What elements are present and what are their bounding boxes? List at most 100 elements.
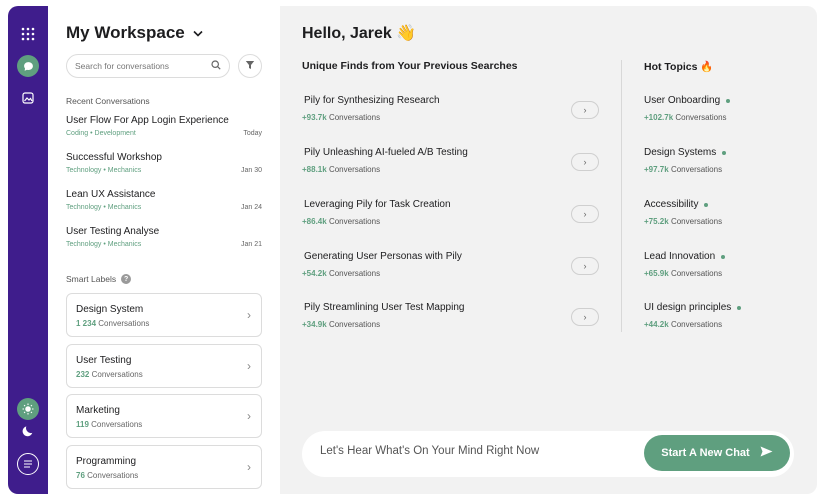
search-icon[interactable] <box>211 57 221 75</box>
conversation-date: Today <box>243 130 262 137</box>
icon-rail <box>8 6 48 494</box>
menu-icon[interactable] <box>17 453 39 475</box>
chat-input[interactable] <box>320 445 620 457</box>
chevron-right-icon: › <box>247 460 251 474</box>
hot-topic-item[interactable]: Design Systems +97.7k Conversations <box>644 147 804 174</box>
filter-button[interactable] <box>238 54 262 78</box>
greeting: Hello, Jarek 👋 <box>302 25 417 42</box>
topic-title: Lead Innovation <box>644 251 716 262</box>
sun-icon[interactable] <box>17 398 39 420</box>
count-value: +97.7k <box>644 165 669 174</box>
count-value: 76 <box>76 471 85 480</box>
topic-stats: +65.9k Conversations <box>644 269 804 278</box>
smart-label-name: Marketing <box>76 405 120 416</box>
chevron-right-icon: › <box>583 209 587 219</box>
topic-stats: +97.7k Conversations <box>644 165 804 174</box>
open-find-button[interactable]: › <box>571 101 599 119</box>
chevron-right-icon: › <box>247 409 251 423</box>
open-find-button[interactable]: › <box>571 205 599 223</box>
hot-topic-item[interactable]: User Onboarding +102.7k Conversations <box>644 95 804 122</box>
smart-labels-label: Smart Labels <box>66 274 117 284</box>
smart-label-card[interactable]: Design System 1 234 Conversations › <box>66 293 262 337</box>
count-unit: Conversations <box>98 319 150 328</box>
search-input[interactable] <box>75 61 211 71</box>
topic-title: UI design principles <box>644 302 732 313</box>
tag: Mechanics <box>107 204 142 211</box>
count-value: +75.2k <box>644 217 669 226</box>
conversation-item[interactable]: User Testing Analyse Technology • Mechan… <box>66 226 262 248</box>
send-icon <box>760 446 773 460</box>
count-value: +65.9k <box>644 269 669 278</box>
help-icon[interactable]: ? <box>121 274 132 284</box>
tag: Technology <box>66 204 102 211</box>
conversation-tags: Technology • Mechanics <box>66 204 142 211</box>
smart-label-card[interactable]: Programming 76 Conversations › <box>66 445 262 489</box>
topic-title-row: Design Systems <box>644 147 804 158</box>
conversation-title: User Testing Analyse <box>66 226 160 237</box>
smart-label-count: 1 234 Conversations <box>76 319 149 328</box>
moon-icon[interactable] <box>17 419 39 441</box>
topic-title: Accessibility <box>644 199 699 210</box>
count-unit: Conversations <box>670 217 723 226</box>
hot-topic-item[interactable]: UI design principles +44.2k Conversation… <box>644 302 804 329</box>
count-value: 1 234 <box>76 319 97 328</box>
find-stats: +93.7k Conversations <box>302 113 602 122</box>
smart-label-name: User Testing <box>76 355 132 366</box>
find-item[interactable]: Pily for Synthesizing Research +93.7k Co… <box>302 95 602 122</box>
tag: Development <box>94 130 136 137</box>
topic-title-row: Accessibility <box>644 199 804 210</box>
find-title: Pily for Synthesizing Research <box>304 95 440 106</box>
count-value: +93.7k <box>302 113 327 122</box>
conversation-date: Jan 30 <box>240 167 262 174</box>
conversation-item[interactable]: User Flow For App Login Experience Codin… <box>66 115 262 137</box>
start-new-chat-label: Start A New Chat <box>661 447 750 459</box>
smart-label-card[interactable]: User Testing 232 Conversations › <box>66 344 262 388</box>
open-find-button[interactable]: › <box>571 308 599 326</box>
conversation-title: Lean UX Assistance <box>66 189 156 200</box>
conversation-item[interactable]: Lean UX Assistance Technology • Mechanic… <box>66 189 262 211</box>
count-value: +86.4k <box>302 217 327 226</box>
count-unit: Conversations <box>675 113 727 122</box>
tag: Mechanics <box>107 167 142 174</box>
count-value: 119 <box>76 420 89 429</box>
chevron-right-icon: › <box>247 308 251 322</box>
unique-finds-title: Unique Finds from Your Previous Searches <box>302 60 518 72</box>
chevron-right-icon: › <box>583 261 587 271</box>
find-stats: +54.2k Conversations <box>302 269 602 278</box>
apps-grid-icon[interactable] <box>17 23 39 45</box>
smart-label-card[interactable]: Marketing 119 Conversations › <box>66 394 262 438</box>
hot-topic-item[interactable]: Accessibility +75.2k Conversations <box>644 199 804 226</box>
conversation-date: Jan 21 <box>240 241 262 248</box>
count-unit: Conversations <box>328 217 381 226</box>
conversation-title: Successful Workshop <box>66 152 162 163</box>
workspace-switcher[interactable]: My Workspace <box>66 23 203 43</box>
conversation-tags: Technology • Mechanics <box>66 167 142 174</box>
count-unit: Conversations <box>91 420 143 429</box>
filter-icon <box>245 57 255 75</box>
start-new-chat-button[interactable]: Start A New Chat <box>644 435 790 471</box>
count-value: +88.1k <box>302 165 327 174</box>
topic-title: Design Systems <box>644 147 717 158</box>
image-icon[interactable] <box>17 87 39 109</box>
find-item[interactable]: Leveraging Pily for Task Creation +86.4k… <box>302 199 602 226</box>
count-unit: Conversations <box>87 471 139 480</box>
conversation-date: Jan 24 <box>240 204 262 211</box>
topic-title-row: UI design principles <box>644 302 804 313</box>
hot-topic-item[interactable]: Lead Innovation +65.9k Conversations <box>644 251 804 278</box>
smart-labels-heading: Smart Labels ? <box>66 274 132 284</box>
chevron-right-icon: › <box>583 105 587 115</box>
open-find-button[interactable]: › <box>571 153 599 171</box>
find-item[interactable]: Pily Streamlining User Test Mapping +34.… <box>302 302 602 329</box>
chat-icon[interactable] <box>17 55 39 77</box>
trending-dot-icon <box>726 98 731 103</box>
trending-dot-icon <box>721 254 726 259</box>
count-value: +102.7k <box>644 113 674 122</box>
find-item[interactable]: Pily Unleashing AI-fueled A/B Testing +8… <box>302 147 602 174</box>
conversation-item[interactable]: Successful Workshop Technology • Mechani… <box>66 152 262 174</box>
find-item[interactable]: Generating User Personas with Pily +54.2… <box>302 251 602 278</box>
open-find-button[interactable]: › <box>571 257 599 275</box>
count-unit: Conversations <box>328 320 381 329</box>
find-stats: +86.4k Conversations <box>302 217 602 226</box>
chevron-right-icon: › <box>247 359 251 373</box>
topic-stats: +102.7k Conversations <box>644 113 804 122</box>
